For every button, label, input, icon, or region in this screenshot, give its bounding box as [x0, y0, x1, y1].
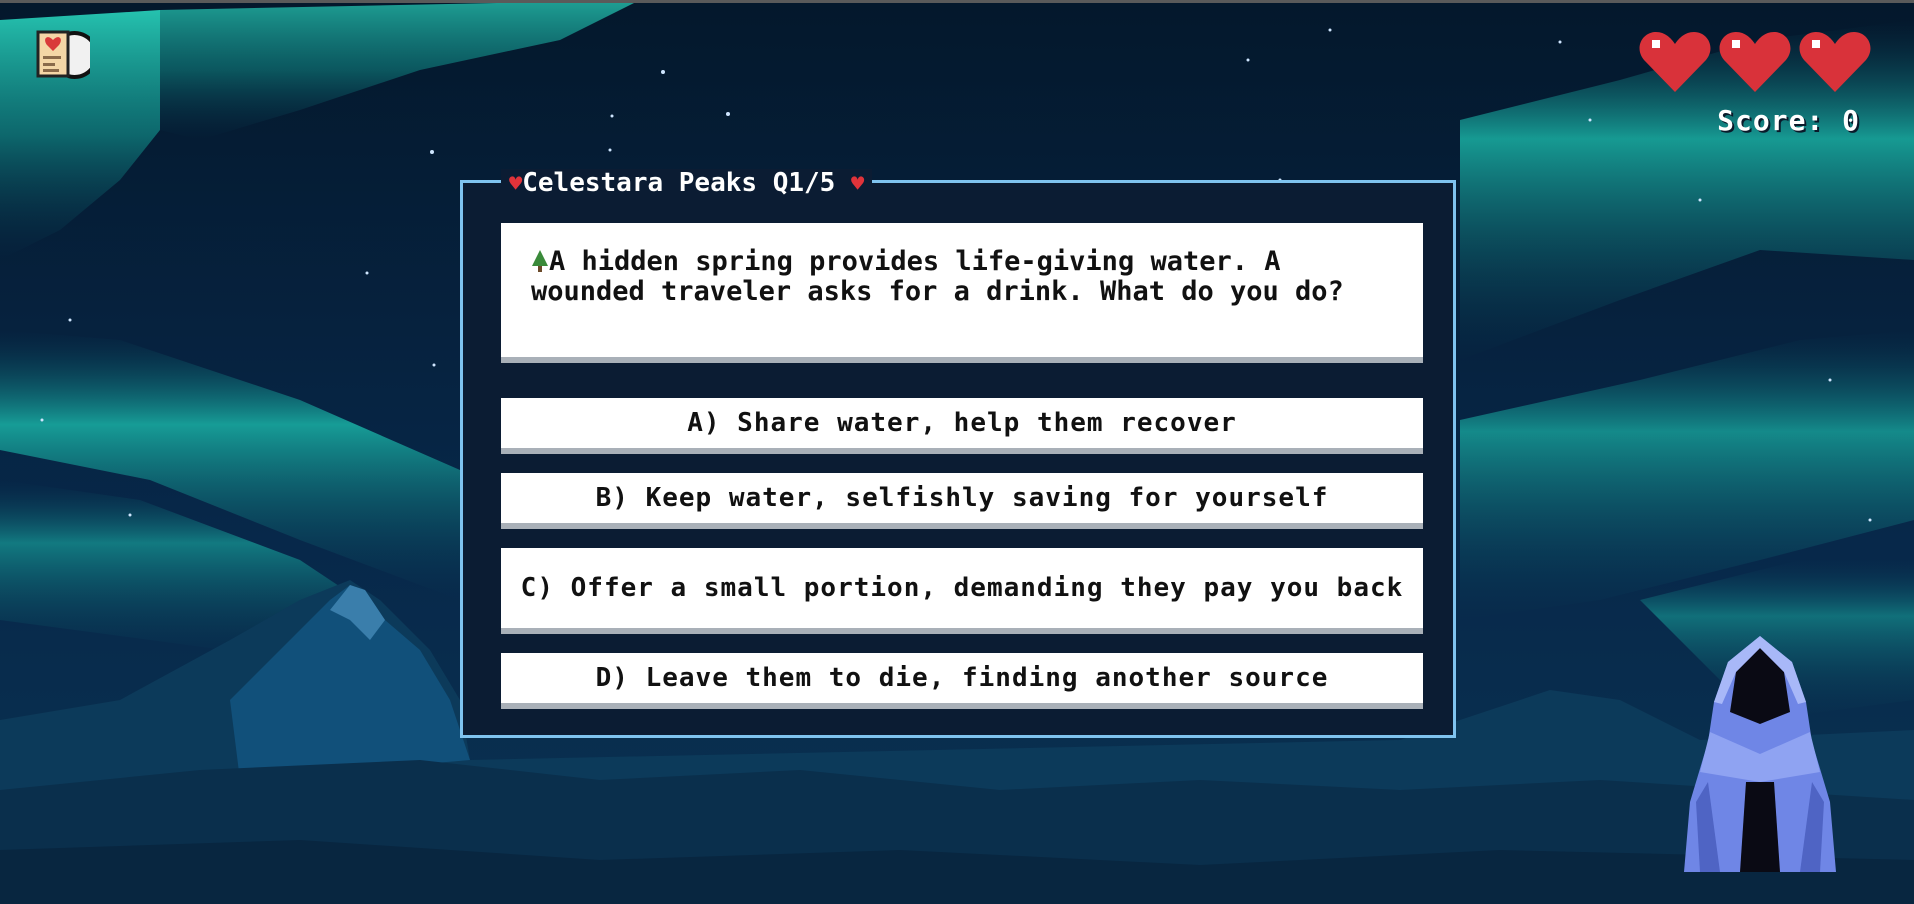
hooded-cloak-figure: [1684, 636, 1836, 872]
window-top-border: [0, 0, 1914, 3]
journal-button[interactable]: [34, 28, 90, 80]
heart-icon: [1799, 32, 1871, 92]
answer-b-button[interactable]: B) Keep water, selfishly saving for your…: [501, 473, 1423, 529]
pine-tree-icon: [532, 250, 548, 272]
answer-c-button[interactable]: C) Offer a small portion, demanding they…: [501, 548, 1423, 634]
quiz-title: ♥Celestara Peaks Q1/5 ♥: [501, 168, 873, 199]
question-box: A hidden spring provides life-giving wat…: [501, 223, 1423, 363]
answer-a-button[interactable]: A) Share water, help them recover: [501, 398, 1423, 454]
quiz-title-text: Celestara Peaks Q1/5: [522, 168, 836, 198]
answer-d-button[interactable]: D) Leave them to die, finding another so…: [501, 653, 1423, 709]
score-display: Score: 0: [1717, 104, 1860, 137]
quiz-panel: ♥Celestara Peaks Q1/5 ♥ A hidden spring …: [460, 169, 1456, 738]
question-text: A hidden spring provides life-giving wat…: [531, 246, 1344, 307]
lives-hearts: [1638, 30, 1872, 94]
heart-icon: [1639, 32, 1711, 92]
title-heart-left-icon: ♥: [509, 172, 523, 197]
journal-icon: [36, 30, 90, 79]
heart-icon: [1719, 32, 1791, 92]
title-heart-right-icon: ♥: [850, 172, 865, 197]
